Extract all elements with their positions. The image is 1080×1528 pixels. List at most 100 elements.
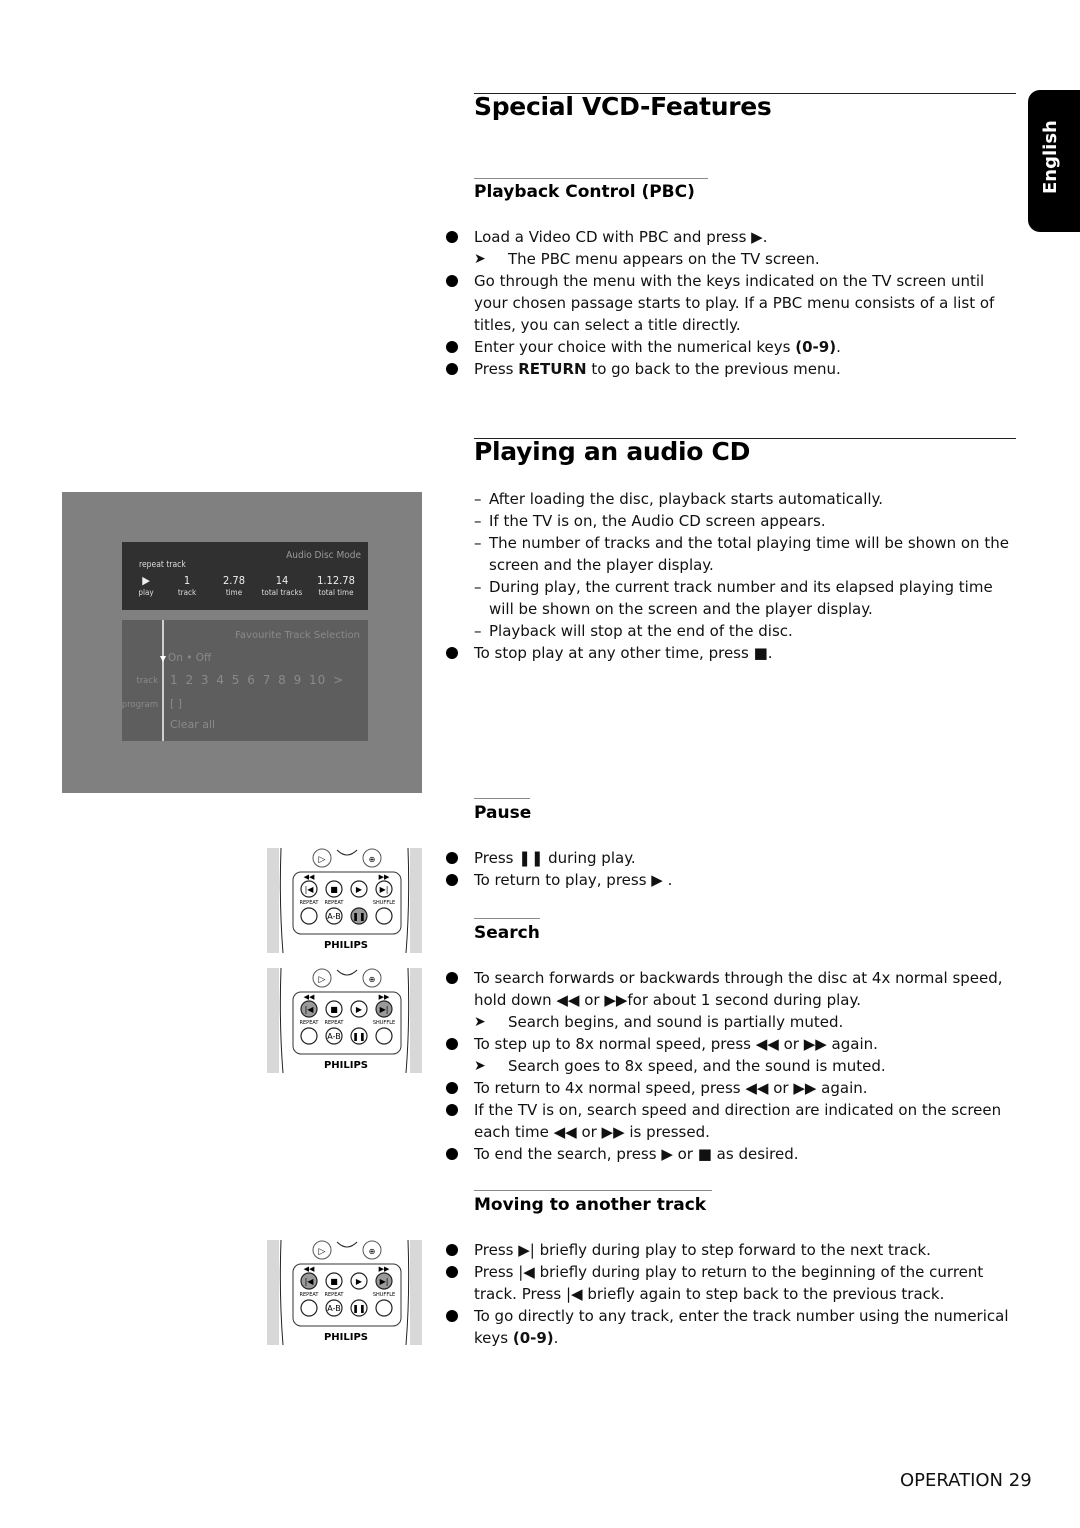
- list-item: To stop play at any other time, press ■.: [446, 642, 1016, 664]
- zoom-button: ⊕: [362, 848, 382, 868]
- list-item: Load a Video CD with PBC and press ▶.: [446, 226, 1016, 248]
- svg-text:REPEAT: REPEAT: [300, 1292, 320, 1298]
- svg-text:⊕: ⊕: [369, 975, 376, 984]
- bullet-icon: [446, 1148, 458, 1160]
- remote-illustration-pause: ▷ ⊕ ◀◀ ▶▶ |◀ ■ ▶ ▶| REPEAT REPEAT SHUFFL…: [267, 848, 422, 953]
- top-button: ▷: [312, 848, 332, 868]
- info-column-total-tracks: 14 total tracks: [261, 574, 303, 597]
- svg-text:▷: ▷: [319, 855, 326, 865]
- subsection-rule: [474, 1190, 712, 1191]
- subsection-rule: [474, 178, 708, 179]
- divider: [162, 620, 164, 741]
- audio-disc-info-panel: Audio Disc Mode repeat track ▶ play 1 trac…: [122, 542, 368, 610]
- svg-text:▶|: ▶|: [380, 1277, 389, 1286]
- audio-cd-title: Playing an audio CD: [474, 437, 751, 466]
- svg-text:◀◀: ◀◀: [304, 1265, 315, 1273]
- svg-text:REPEAT: REPEAT: [325, 1292, 345, 1298]
- list-item: To go directly to any track, enter the t…: [446, 1305, 1016, 1349]
- page-footer: OPERATION 29: [900, 1470, 1032, 1491]
- svg-text:⊕: ⊕: [369, 855, 376, 864]
- shuffle-button: [375, 1027, 393, 1045]
- stop-button: ■: [325, 880, 343, 898]
- info-column-total-time: 1.12.78 total time: [317, 574, 355, 597]
- svg-text:REPEAT: REPEAT: [325, 900, 345, 906]
- svg-text:⊕: ⊕: [369, 1247, 376, 1256]
- top-button: ▷: [312, 1240, 332, 1260]
- bullet-icon: [446, 1310, 458, 1322]
- prev-button: |◀: [300, 1272, 318, 1290]
- list-item: Press ▶| briefly during play to step for…: [446, 1239, 1016, 1261]
- svg-text:|◀: |◀: [305, 885, 315, 894]
- svg-text:■: ■: [330, 1005, 338, 1014]
- play-button: ▶: [350, 1272, 368, 1290]
- program-value: [ ]: [170, 697, 183, 710]
- remote-edge: [267, 1240, 279, 1345]
- stop-button: ■: [325, 1000, 343, 1018]
- on-off-toggle: On • Off: [168, 652, 212, 664]
- clear-all-option: Clear all: [170, 718, 216, 731]
- list-item: Press ❚❚ during play.: [446, 847, 1016, 869]
- arrow-icon: ➤: [474, 1014, 486, 1030]
- svg-text:▶: ▶: [356, 885, 363, 894]
- remote-illustration-search: ▷ ⊕ ◀◀ ▶▶ |◀ ■ ▶ ▶| REPEAT REPEAT SHUFFL…: [267, 968, 422, 1073]
- program-label: program: [121, 700, 158, 710]
- bullet-icon: [446, 647, 458, 659]
- bullet-icon: [446, 972, 458, 984]
- search-list: To search forwards or backwards through …: [446, 967, 1016, 1165]
- list-item: – Playback will stop at the end of the di…: [474, 622, 793, 640]
- list-item: – During play, the current track number a…: [474, 578, 993, 618]
- bullet-icon: [446, 852, 458, 864]
- remote-illustration-skip: ▷ ⊕ ◀◀ ▶▶ |◀ ■ ▶ ▶| REPEAT REPEAT SHUFFL…: [267, 1240, 422, 1345]
- svg-text:▶: ▶: [356, 1005, 363, 1014]
- bullet-icon: [446, 1266, 458, 1278]
- bullet-icon: [446, 1082, 458, 1094]
- repeat-ab-button: A-B: [325, 907, 343, 925]
- svg-text:SHUFFLE: SHUFFLE: [373, 1292, 395, 1298]
- list-item: To step up to 8x normal speed, press ◀◀ …: [446, 1033, 1016, 1055]
- bullet-icon: [446, 363, 458, 375]
- svg-text:▶▶: ▶▶: [379, 1265, 390, 1273]
- track-numbers: 1 2 3 4 5 6 7 8 9 10 >: [170, 673, 345, 687]
- pause-button: ❚❚: [350, 1299, 368, 1317]
- arrow-icon: ➤: [474, 251, 486, 267]
- svg-text:■: ■: [330, 885, 338, 894]
- language-tab: English: [1028, 90, 1080, 232]
- svg-text:A-B: A-B: [327, 1032, 340, 1041]
- search-title: Search: [474, 923, 540, 943]
- svg-text:REPEAT: REPEAT: [325, 1020, 345, 1026]
- brand-logo: PHILIPS: [324, 1332, 368, 1343]
- bullet-icon: [446, 341, 458, 353]
- list-result: ➤ The PBC menu appears on the TV screen.: [474, 250, 820, 268]
- moving-title: Moving to another track: [474, 1195, 707, 1215]
- cursor-icon: [160, 656, 166, 662]
- bullet-icon: [446, 1038, 458, 1050]
- svg-text:▶|: ▶|: [380, 885, 389, 894]
- bullet-icon: [446, 1104, 458, 1116]
- list-item: Press |◀ briefly during play to return t…: [446, 1261, 1016, 1305]
- brand-logo: PHILIPS: [324, 940, 368, 951]
- subsection-rule: [474, 798, 530, 799]
- favourite-track-panel: Favourite Track Selection On • Off track…: [122, 620, 368, 741]
- pause-button: ❚❚: [350, 907, 368, 925]
- play-button: ▶: [350, 880, 368, 898]
- list-item: To return to 4x normal speed, press ◀◀ o…: [446, 1077, 1016, 1099]
- repeat-button: [300, 907, 318, 925]
- bullet-icon: [446, 275, 458, 287]
- stop-button: ■: [325, 1272, 343, 1290]
- shuffle-button: [375, 907, 393, 925]
- svg-text:A-B: A-B: [327, 912, 340, 921]
- svg-text:A-B: A-B: [327, 1304, 340, 1313]
- shuffle-button: [375, 1299, 393, 1317]
- svg-text:|◀: |◀: [305, 1005, 315, 1014]
- audio-cd-list: – After loading the disc, playback starts…: [446, 488, 1016, 664]
- next-button: ▶|: [375, 880, 393, 898]
- moving-list: Press ▶| briefly during play to step for…: [446, 1239, 1016, 1349]
- svg-text:▷: ▷: [319, 975, 326, 985]
- top-button: ▷: [312, 968, 332, 988]
- pause-list: Press ❚❚ during play. To return to play,…: [446, 847, 1016, 891]
- repeat-button: [300, 1299, 318, 1317]
- list-result: ➤ Search goes to 8x speed, and the sound …: [474, 1057, 886, 1075]
- svg-text:◀◀: ◀◀: [304, 993, 315, 1001]
- language-tab-label: English: [1040, 120, 1061, 194]
- svg-text:SHUFFLE: SHUFFLE: [373, 1020, 395, 1026]
